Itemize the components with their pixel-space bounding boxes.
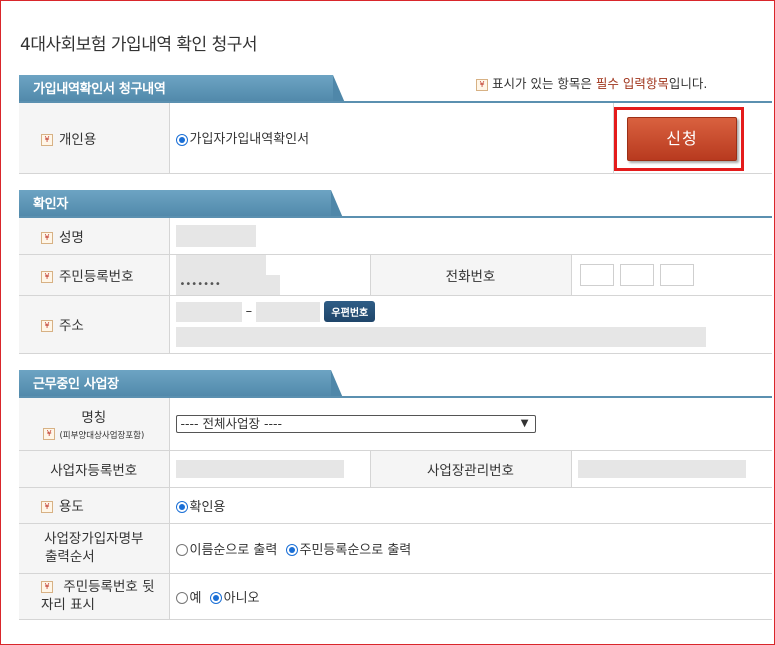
phone-label: 전화번호 <box>369 254 572 296</box>
phone-field-1[interactable] <box>579 263 614 286</box>
name-label: 성명 <box>59 229 84 246</box>
radio-selected-icon[interactable] <box>209 592 222 604</box>
required-mark-icon: ¥ <box>41 320 53 332</box>
site-mgmt-field[interactable] <box>577 459 746 478</box>
rrn-label: 주민등록번호 <box>59 268 134 285</box>
required-mark-icon: ¥ <box>41 231 53 244</box>
radio-selected-icon[interactable] <box>285 544 298 556</box>
rrn-front-field[interactable] <box>175 254 266 275</box>
tab-confirmer: 확인자 <box>19 190 343 218</box>
zip-field-1[interactable] <box>175 301 242 322</box>
radio-selected-icon[interactable] <box>175 501 188 513</box>
site-mgmt-label: 사업장관리번호 <box>369 450 572 488</box>
rrn-back-field[interactable]: ••••••• <box>175 274 280 295</box>
zip-dash: – <box>245 304 253 319</box>
name-value <box>175 224 256 247</box>
phone-field-3[interactable] <box>659 263 694 286</box>
required-mark-icon: ¥ <box>43 427 56 440</box>
purpose-option-label: 확인용 <box>189 499 226 515</box>
radio-unselected-icon[interactable] <box>175 544 188 556</box>
tab-request: 가입내역확인서 청구내역 <box>19 75 345 103</box>
workplace-name-sub-label: (피부양대상사업장포함) <box>59 430 145 441</box>
rrn-tail-label-1: 주민등록번호 뒷 <box>63 579 155 595</box>
workplace-select[interactable]: ---- 전체사업장 ---- ▼ <box>175 414 536 433</box>
address-label: 주소 <box>59 318 84 334</box>
workplace-select-value: ---- 전체사업장 ---- <box>180 415 283 431</box>
apply-highlight: 신청 <box>614 107 744 171</box>
workplace-section: 근무중인 사업장 명칭 ¥ (피부양대상사업장포함) ---- 전체사업장 --… <box>19 370 772 620</box>
order-opt-rrn: 주민등록순으로 출력 <box>299 542 412 558</box>
zip-code-button[interactable]: 우편번호 <box>324 301 376 322</box>
radio-selected-icon[interactable] <box>175 133 188 146</box>
rrn-tail-yes: 예 <box>189 590 202 606</box>
tab-workplace: 근무중인 사업장 <box>19 370 343 398</box>
biz-reg-label: 사업자등록번호 <box>19 450 170 488</box>
required-mark-icon: ¥ <box>41 270 53 283</box>
personal-label: 개인용 <box>59 131 97 148</box>
option-certificate-label: 가입자가입내역확인서 <box>189 132 310 148</box>
page-title: 4대사회보험 가입내역 확인 청구서 <box>20 35 258 55</box>
zip-field-2[interactable] <box>256 301 321 322</box>
workplace-name-label: 명칭 <box>81 409 107 426</box>
rrn-tail-label-2: 자리 표시 <box>41 597 95 613</box>
required-mark-icon: ¥ <box>41 133 53 146</box>
required-mark-icon: ¥ <box>41 501 53 513</box>
phone-field-2[interactable] <box>619 263 654 286</box>
address-field[interactable] <box>175 327 706 347</box>
order-label-1: 사업장가입자명부 <box>44 531 144 547</box>
order-opt-name: 이름순으로 출력 <box>189 542 278 558</box>
biz-reg-field[interactable] <box>175 459 344 478</box>
order-label-2: 출력순서 <box>45 549 95 565</box>
purpose-label: 용도 <box>59 499 84 515</box>
rrn-tail-no: 아니오 <box>223 590 260 606</box>
confirmer-section: 확인자 ¥ 성명 ¥ 주민등록번호 ••••••• 전화번호 ¥ 주소 – 우편… <box>19 190 772 354</box>
radio-unselected-icon[interactable] <box>175 592 188 604</box>
required-mark-icon: ¥ <box>41 581 53 593</box>
apply-button[interactable]: 신청 <box>627 117 737 161</box>
chevron-down-icon: ▼ <box>520 417 529 429</box>
